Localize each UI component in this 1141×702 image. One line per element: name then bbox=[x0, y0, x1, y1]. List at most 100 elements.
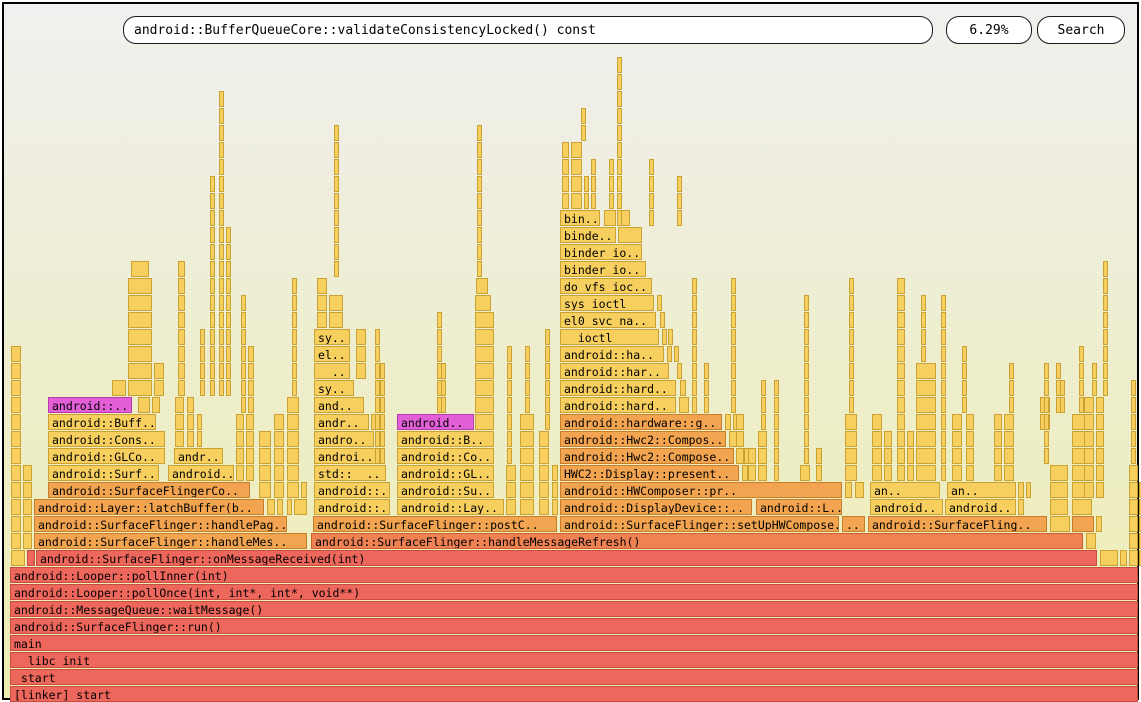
flame-frame[interactable]: android::SurfaceFlinger::postC.. bbox=[313, 516, 557, 532]
flame-frame-fill[interactable] bbox=[897, 448, 905, 464]
flame-frame-fill[interactable] bbox=[674, 346, 679, 362]
flame-frame-fill[interactable] bbox=[131, 261, 149, 277]
flame-frame-fill[interactable] bbox=[507, 363, 512, 379]
flame-frame-fill[interactable] bbox=[617, 142, 622, 158]
flame-frame-fill[interactable] bbox=[11, 346, 21, 362]
flame-frame-fill[interactable] bbox=[287, 448, 299, 464]
flame-frame-fill[interactable] bbox=[1103, 363, 1108, 379]
flame-frame-fill[interactable] bbox=[761, 380, 766, 396]
flame-frame-fill[interactable] bbox=[1120, 550, 1127, 566]
flame-frame-fill[interactable] bbox=[731, 295, 736, 311]
flame-frame-fill[interactable] bbox=[921, 346, 926, 362]
flame-frame-fill[interactable] bbox=[356, 363, 366, 379]
flame-frame-fill[interactable] bbox=[226, 346, 231, 362]
flame-frame-fill[interactable] bbox=[562, 176, 569, 192]
flame-frame-fill[interactable] bbox=[758, 465, 767, 481]
flame-frame-fill[interactable] bbox=[562, 142, 569, 158]
flame-frame-fill[interactable] bbox=[618, 227, 642, 243]
flame-frame[interactable]: android::SurfaceFlinger::onMessageReceiv… bbox=[36, 550, 1097, 566]
flame-frame-fill[interactable] bbox=[210, 295, 215, 311]
flame-frame-fill[interactable] bbox=[1092, 380, 1097, 396]
flame-frame-fill[interactable] bbox=[1103, 329, 1108, 345]
flame-frame-fill[interactable] bbox=[248, 380, 254, 396]
flame-frame-fill[interactable] bbox=[248, 397, 254, 413]
flame-frame-fill[interactable] bbox=[200, 380, 205, 396]
flame-frame-fill[interactable] bbox=[477, 227, 482, 243]
flame-frame-fill[interactable] bbox=[210, 363, 215, 379]
flame-frame-fill[interactable] bbox=[128, 278, 152, 294]
flame-frame-fill[interactable] bbox=[539, 465, 549, 481]
flame-frame-fill[interactable] bbox=[178, 278, 185, 294]
flame-frame-fill[interactable] bbox=[649, 193, 654, 209]
flame-frame[interactable]: __ioctl bbox=[560, 329, 659, 345]
flame-frame-fill[interactable] bbox=[200, 329, 205, 345]
flame-frame-fill[interactable] bbox=[941, 329, 946, 345]
flame-frame-fill[interactable] bbox=[545, 397, 550, 413]
flame-frame-fill[interactable] bbox=[804, 329, 809, 345]
flame-frame-fill[interactable] bbox=[774, 414, 779, 430]
flame-frame-fill[interactable] bbox=[704, 397, 709, 413]
flame-frame-fill[interactable] bbox=[520, 465, 534, 481]
flame-frame-fill[interactable] bbox=[1004, 448, 1014, 464]
flame-frame-fill[interactable] bbox=[525, 380, 530, 396]
flame-frame-fill[interactable] bbox=[804, 295, 809, 311]
flame-frame-fill[interactable] bbox=[128, 346, 152, 362]
flame-frame-fill[interactable] bbox=[226, 312, 231, 328]
flame-frame-fill[interactable] bbox=[849, 346, 854, 362]
flame-frame-fill[interactable] bbox=[11, 482, 21, 498]
flame-frame-fill[interactable] bbox=[774, 397, 779, 413]
flame-frame-fill[interactable] bbox=[525, 363, 530, 379]
flame-frame-fill[interactable] bbox=[178, 261, 185, 277]
flame-frame-fill[interactable] bbox=[907, 448, 914, 464]
flame-frame-fill[interactable] bbox=[219, 278, 224, 294]
flame-frame-fill[interactable] bbox=[748, 448, 756, 464]
flame-frame-fill[interactable] bbox=[380, 397, 385, 413]
flame-frame-fill[interactable] bbox=[356, 329, 366, 345]
flame-frame[interactable]: __libc_init bbox=[10, 652, 1138, 668]
flame-frame-fill[interactable] bbox=[774, 431, 779, 447]
flame-frame[interactable]: android::.. bbox=[48, 397, 132, 413]
flame-frame-fill[interactable] bbox=[226, 380, 231, 396]
flame-frame-fill[interactable] bbox=[952, 414, 962, 430]
flame-frame-fill[interactable] bbox=[545, 363, 550, 379]
flame-frame[interactable]: android::hardware::g.. bbox=[560, 414, 722, 430]
flame-frame-fill[interactable] bbox=[952, 431, 962, 447]
flame-frame-fill[interactable] bbox=[1092, 363, 1097, 379]
flame-frame-fill[interactable] bbox=[897, 346, 905, 362]
flame-frame-fill[interactable] bbox=[1103, 346, 1108, 362]
flame-frame-fill[interactable] bbox=[1044, 380, 1049, 396]
flame-frame-fill[interactable] bbox=[154, 363, 164, 379]
flame-frame-fill[interactable] bbox=[287, 414, 299, 430]
flame-frame-fill[interactable] bbox=[916, 397, 936, 413]
flame-frame-fill[interactable] bbox=[941, 363, 946, 379]
flame-frame-fill[interactable] bbox=[11, 397, 21, 413]
flame-frame-fill[interactable] bbox=[210, 261, 215, 277]
flame-frame-fill[interactable] bbox=[11, 363, 21, 379]
flame-frame-fill[interactable] bbox=[197, 414, 202, 430]
flame-frame-fill[interactable] bbox=[591, 159, 596, 175]
flame-frame-fill[interactable] bbox=[692, 380, 697, 396]
flame-frame-fill[interactable] bbox=[1129, 533, 1138, 549]
flame-frame[interactable]: android::SurfaceFlingerCo.. bbox=[48, 482, 250, 498]
flame-frame-fill[interactable] bbox=[477, 210, 482, 226]
flame-frame[interactable]: android::SurfaceFlinger::setUpHWCompose.… bbox=[560, 516, 839, 532]
flame-frame[interactable]: android::Layer::latchBuffer(b.. bbox=[34, 499, 264, 515]
flame-frame[interactable]: android::Buff.. bbox=[48, 414, 156, 430]
flame-frame-fill[interactable] bbox=[1004, 465, 1014, 481]
flame-frame-fill[interactable] bbox=[897, 465, 905, 481]
flame-frame-fill[interactable] bbox=[506, 482, 516, 498]
flame-frame-fill[interactable] bbox=[11, 448, 21, 464]
flame-frame-fill[interactable] bbox=[277, 499, 283, 515]
flame-frame-fill[interactable] bbox=[1044, 363, 1049, 379]
flame-frame-fill[interactable] bbox=[210, 193, 215, 209]
flame-frame-fill[interactable] bbox=[1050, 465, 1068, 481]
flame-frame[interactable]: andr.. bbox=[314, 414, 369, 430]
flame-frame-fill[interactable] bbox=[477, 261, 482, 277]
flame-frame-fill[interactable] bbox=[1084, 465, 1094, 481]
flame-frame-fill[interactable] bbox=[1096, 516, 1102, 532]
flame-frame-fill[interactable] bbox=[23, 516, 32, 532]
search-input[interactable] bbox=[123, 16, 933, 44]
flame-frame-fill[interactable] bbox=[1060, 397, 1065, 413]
flame-frame-fill[interactable] bbox=[774, 380, 779, 396]
flame-frame-fill[interactable] bbox=[591, 193, 596, 209]
